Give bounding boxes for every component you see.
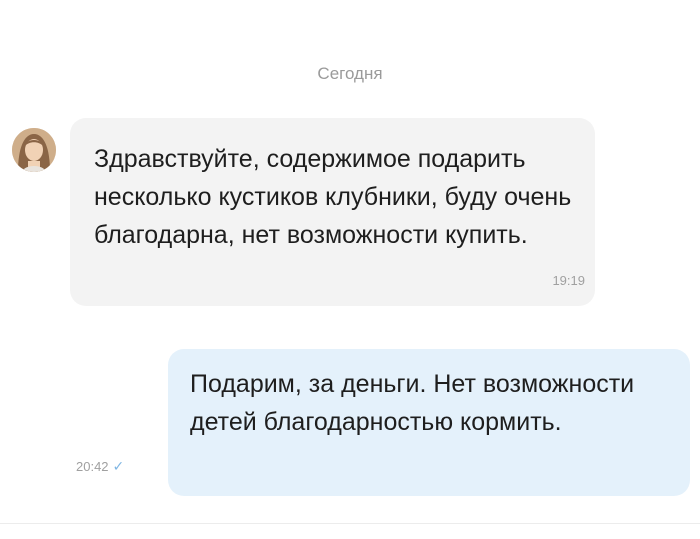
outgoing-message-meta: 20:42 ✓ <box>76 458 124 475</box>
incoming-message-time: 19:19 <box>552 273 585 288</box>
incoming-message-text: Здравствуйте, содержимое подарить нескол… <box>94 145 572 249</box>
outgoing-message-text: Подарим, за деньги. Нет возможности дете… <box>190 370 635 436</box>
checkmark-icon: ✓ <box>112 458 125 474</box>
outgoing-message-bubble[interactable]: Подарим, за деньги. Нет возможности дете… <box>168 349 690 496</box>
avatar-image <box>12 128 56 172</box>
incoming-message-bubble[interactable]: Здравствуйте, содержимое подарить нескол… <box>70 118 595 306</box>
divider <box>0 523 700 524</box>
date-separator: Сегодня <box>317 64 383 83</box>
outgoing-message-time: 20:42 <box>76 459 109 474</box>
avatar[interactable] <box>12 128 56 172</box>
